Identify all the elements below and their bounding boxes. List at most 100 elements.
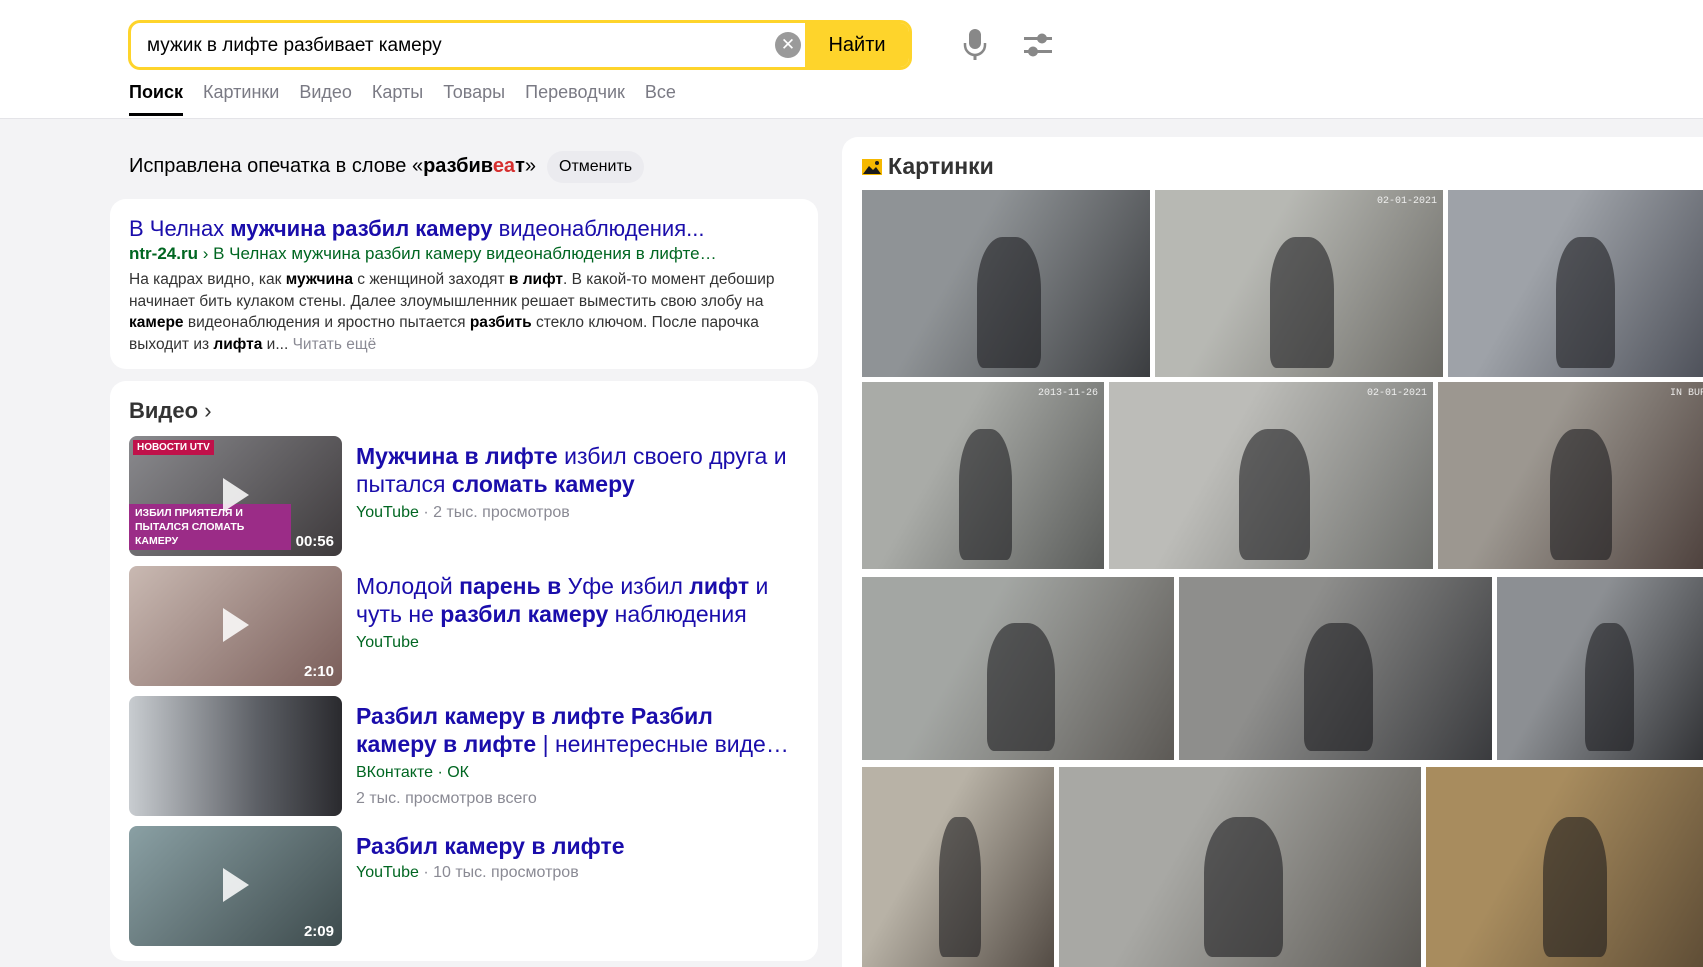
tab-images[interactable]: Картинки	[203, 82, 279, 116]
person-silhouette	[986, 622, 1056, 751]
search-input[interactable]	[145, 23, 769, 67]
image-thumbnail[interactable]	[862, 577, 1174, 760]
typo-word-a: разбив	[423, 155, 493, 177]
search-result: В Челнах мужчина разбил камеру видеонабл…	[110, 199, 818, 369]
result-title-link[interactable]: В Челнах мужчина разбил камеру видеонабл…	[129, 216, 704, 242]
video-block: Видео › НОВОСТИ UTV ИЗБИЛ ПРИЯТЕЛЯ И ПЫТА…	[110, 381, 818, 961]
play-icon	[223, 608, 249, 642]
video-title-part: парень в	[459, 573, 562, 599]
tab-video[interactable]: Видео	[299, 82, 352, 116]
image-thumbnail[interactable]: 02-01-2021	[1109, 382, 1433, 569]
header: ✕ Найти Поиск Картинки Видео Карты Товар…	[0, 0, 1703, 119]
video-thumbnail[interactable]: 2:09	[129, 826, 342, 946]
result-breadcrumb[interactable]: › В Челнах мужчина разбил камеру видеона…	[198, 244, 717, 263]
video-item[interactable]: 2:09 Разбил камеру в лифте YouTube · 10 ты…	[129, 826, 809, 946]
snippet-part: и...	[262, 335, 293, 353]
image-thumbnail[interactable]	[1448, 190, 1703, 377]
images-heading-label: Картинки	[888, 153, 994, 179]
find-button[interactable]: Найти	[805, 23, 909, 67]
person-silhouette	[1556, 236, 1616, 368]
microphone-icon[interactable]	[962, 28, 988, 62]
video-title-link[interactable]: Молодой парень в Уфе избил лифт и чуть н…	[356, 572, 796, 628]
person-silhouette	[977, 236, 1041, 368]
tab-translator[interactable]: Переводчик	[525, 82, 625, 116]
channel-badge: НОВОСТИ UTV	[133, 440, 214, 455]
result-url[interactable]: ntr-24.ru › В Челнах мужчина разбил каме…	[129, 244, 717, 264]
snippet-part: видеонаблюдения и яростно пытается	[183, 314, 470, 331]
video-heading[interactable]: Видео ›	[129, 398, 212, 424]
tab-search[interactable]: Поиск	[129, 82, 184, 116]
caption-badge: ИЗБИЛ ПРИЯТЕЛЯ И ПЫТАЛСЯ СЛОМАТЬ КАМЕРУ	[129, 504, 291, 550]
settings-sliders-icon[interactable]	[1022, 30, 1054, 60]
result-domain[interactable]: ntr-24.ru	[129, 244, 198, 263]
typo-prefix: Исправлена опечатка в слове «	[129, 155, 424, 177]
video-title-part: Уфе избил	[561, 573, 690, 599]
video-item[interactable]: Разбил камеру в лифте Разбил камеру в ли…	[129, 696, 809, 816]
snippet-part: разбить	[469, 314, 532, 331]
video-source[interactable]: YouTube	[356, 634, 419, 651]
image-thumbnail[interactable]: 02-01-2021	[1155, 190, 1443, 377]
video-title-link[interactable]: Разбил камеру в лифте	[356, 832, 796, 860]
image-stamp: IN BURG	[1669, 388, 1703, 399]
video-thumbnail[interactable]: 2:10	[129, 566, 342, 686]
snippet-part: в лифт	[508, 271, 564, 288]
snippet-part: лифта	[213, 335, 263, 353]
video-heading-label: Видео	[129, 398, 199, 423]
image-thumbnail[interactable]	[1497, 577, 1703, 760]
video-duration: 2:09	[303, 923, 334, 940]
search-tabs: Поиск Картинки Видео Карты Товары Перево…	[129, 82, 676, 116]
image-thumbnail[interactable]: IN BURG	[1438, 382, 1703, 569]
video-item[interactable]: НОВОСТИ UTV ИЗБИЛ ПРИЯТЕЛЯ И ПЫТАЛСЯ СЛОМ…	[129, 436, 809, 556]
image-thumbnail[interactable]: 2013-11-26	[862, 382, 1104, 569]
person-silhouette	[1238, 428, 1310, 560]
result-title-part: В Челнах	[129, 216, 231, 241]
snippet-part: с женщиной заходят	[352, 271, 509, 288]
snippet-part: мужчина	[285, 271, 353, 288]
video-thumbnail[interactable]	[129, 696, 342, 816]
person-silhouette	[958, 428, 1013, 560]
image-thumbnail[interactable]	[1059, 767, 1421, 967]
video-thumbnail[interactable]: НОВОСТИ UTV ИЗБИЛ ПРИЯТЕЛЯ И ПЫТАЛСЯ СЛОМ…	[129, 436, 342, 556]
person-silhouette	[1304, 622, 1374, 751]
image-thumbnail[interactable]	[1426, 767, 1703, 967]
snippet-part: На кадрах видно, как	[129, 271, 286, 288]
video-meta: YouTube · 2 тыс. просмотров	[356, 504, 570, 522]
search-box[interactable]: ✕ Найти	[128, 20, 912, 70]
video-title-link[interactable]: Разбил камеру в лифте Разбил камеру в ли…	[356, 702, 796, 758]
image-stamp: 2013-11-26	[1037, 388, 1098, 399]
video-title-part: | неинтересные виде…	[536, 731, 789, 757]
tab-all[interactable]: Все	[645, 82, 676, 116]
video-duration: 00:56	[295, 533, 334, 550]
video-title-part: лифт	[689, 573, 750, 599]
video-title-link[interactable]: Мужчина в лифте избил своего друга и пыт…	[356, 442, 796, 498]
picture-icon	[862, 159, 882, 175]
person-silhouette	[938, 817, 982, 957]
tab-products[interactable]: Товары	[443, 82, 505, 116]
read-more-link[interactable]: Читать ещё	[293, 336, 377, 353]
image-thumbnail[interactable]	[1179, 577, 1492, 760]
video-views: · 10 тыс. просмотров	[418, 864, 579, 881]
video-source[interactable]: YouTube	[356, 864, 419, 881]
person-silhouette	[1270, 236, 1334, 368]
clear-icon[interactable]: ✕	[775, 32, 801, 58]
video-title-part: наблюдения	[608, 601, 747, 627]
typo-suffix: »	[524, 155, 536, 177]
video-title-part: Разбил камеру в лифте	[356, 833, 625, 859]
play-icon	[223, 478, 249, 512]
tab-maps[interactable]: Карты	[372, 82, 423, 116]
video-item[interactable]: 2:10 Молодой парень в Уфе избил лифт и чу…	[129, 566, 809, 686]
video-title-part: разбил камеру	[440, 601, 609, 627]
video-meta: ВКонтакте · ОК	[356, 764, 469, 782]
result-title-part: видеонаблюдения...	[492, 216, 705, 241]
video-source[interactable]: YouTube	[356, 504, 419, 521]
typo-word-c: т	[515, 155, 525, 177]
result-snippet: На кадрах видно, как мужчина с женщиной …	[129, 269, 809, 355]
typo-word-b: еа	[492, 155, 516, 177]
images-heading[interactable]: Картинки	[862, 153, 994, 180]
image-thumbnail[interactable]	[862, 190, 1150, 377]
video-duration: 2:10	[303, 663, 334, 680]
image-thumbnail[interactable]	[862, 767, 1054, 967]
video-source[interactable]: ВКонтакте · ОК	[356, 764, 469, 781]
cancel-correction-button[interactable]: Отменить	[547, 151, 645, 183]
person-silhouette	[1542, 817, 1608, 957]
